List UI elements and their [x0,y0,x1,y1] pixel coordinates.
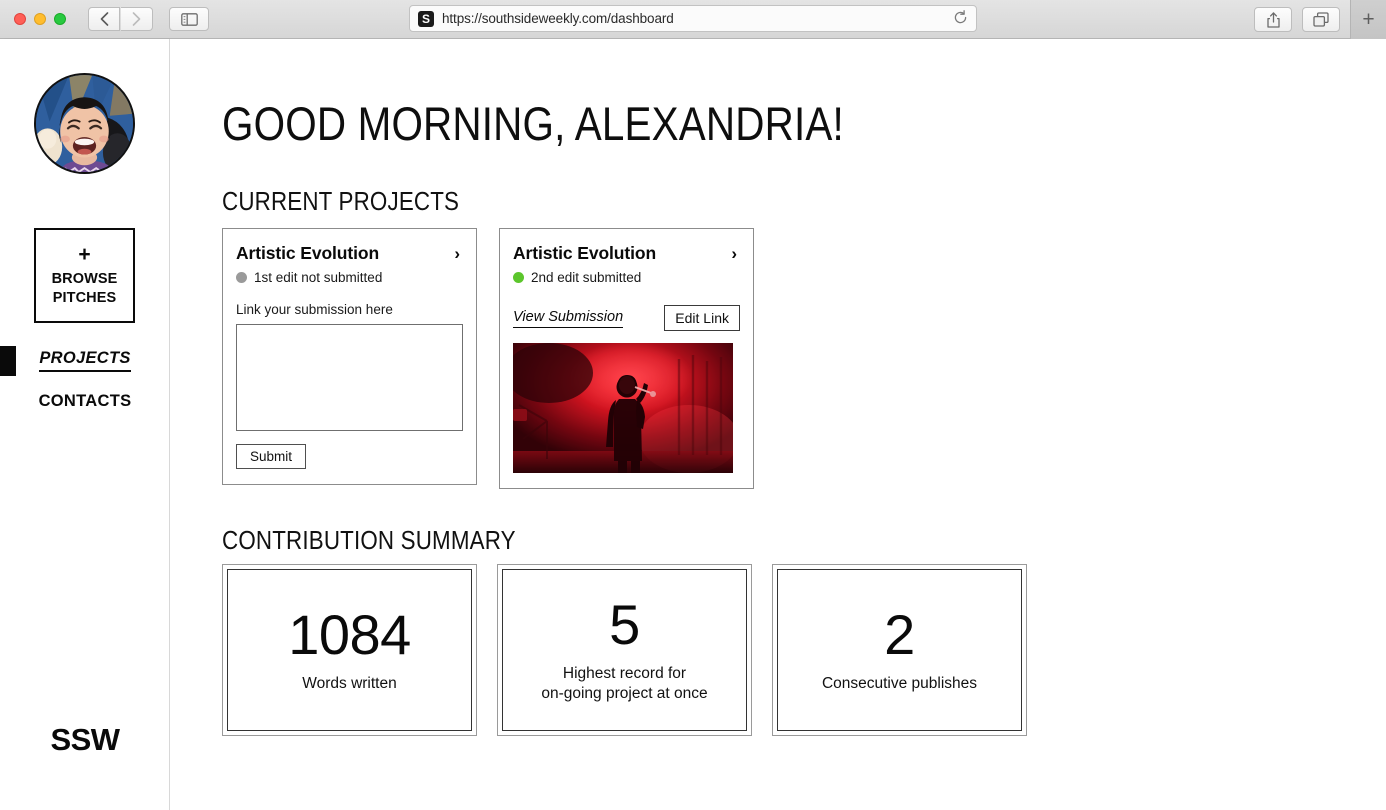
project-cards-list: Artistic Evolution › 1st edit not submit… [222,228,754,489]
site-badge-icon: S [418,10,434,27]
main-content: GOOD MORNING, ALEXANDRIA! CURRENT PROJEC… [170,39,1386,810]
browse-pitches-label-line1: BROWSE [51,271,118,288]
sidebar-item-contacts-label: CONTACTS [38,392,132,410]
forward-button[interactable] [121,7,153,31]
stat-value: 5 [609,593,640,657]
chevron-right-icon[interactable]: › [731,245,740,262]
page-content: + BROWSE PITCHES PROJECTS CONTACTS SSW G… [0,39,1386,810]
url-text: https://southsideweekly.com/dashboard [442,11,674,26]
share-icon [1266,11,1280,28]
submission-thumbnail[interactable] [513,343,733,473]
minimize-window-button[interactable] [34,13,46,25]
maximize-window-button[interactable] [54,13,66,25]
new-tab-button[interactable]: + [1350,0,1386,39]
submission-link-input[interactable] [236,324,463,431]
page-title: GOOD MORNING, ALEXANDRIA! [222,97,844,150]
reload-icon[interactable] [953,9,968,28]
status-label: 2nd edit submitted [531,270,642,285]
ssw-logo[interactable]: SSW [0,722,170,758]
address-bar[interactable]: S https://southsideweekly.com/dashboard [409,5,977,32]
plus-icon: + [78,243,91,267]
stat-box: 1084 Words written [222,564,477,736]
section-heading-current-projects: CURRENT PROJECTS [222,186,460,216]
section-heading-contribution-summary: CONTRIBUTION SUMMARY [222,525,516,555]
avatar[interactable] [34,73,135,174]
stat-boxes-list: 1084 Words written 5 Highest record for … [222,564,1027,736]
project-card-title: Artistic Evolution [236,243,380,263]
sidebar-item-projects-label: PROJECTS [39,349,131,372]
avatar-photo [36,75,133,172]
sidebar-toggle-icon [180,12,198,26]
submit-button[interactable]: Submit [236,444,307,469]
browse-pitches-button[interactable]: + BROWSE PITCHES [34,228,135,323]
project-card-header: Artistic Evolution › [513,243,740,264]
browse-pitches-label-line2: PITCHES [52,289,117,306]
sidebar-toggle-button[interactable] [169,7,209,31]
stat-value: 2 [884,603,915,667]
submission-field-label: Link your submission here [236,302,393,317]
sidebar-item-projects[interactable]: PROJECTS [0,349,170,372]
project-card-status: 1st edit not submitted [236,270,463,285]
submission-actions: View Submission Edit Link [513,305,740,331]
stat-value: 1084 [288,603,411,667]
browser-toolbar: S https://southsideweekly.com/dashboard … [0,0,1386,39]
stat-box: 5 Highest record for on-going project at… [497,564,752,736]
status-label: 1st edit not submitted [254,270,383,285]
stat-label: Words written [302,674,397,692]
project-card-title: Artistic Evolution [513,243,657,263]
project-card[interactable]: Artistic Evolution › 1st edit not submit… [222,228,477,485]
project-card-header: Artistic Evolution › [236,243,463,264]
close-window-button[interactable] [14,13,26,25]
project-card-status: 2nd edit submitted [513,270,740,285]
stat-label: Highest record for on-going project at o… [541,665,708,702]
project-card[interactable]: Artistic Evolution › 2nd edit submitted … [499,228,754,489]
back-button[interactable] [88,7,120,31]
edit-link-button[interactable]: Edit Link [664,305,740,331]
status-dot-submitted [513,272,524,283]
stat-box: 2 Consecutive publishes [772,564,1027,736]
share-button[interactable] [1254,7,1292,32]
stat-label: Consecutive publishes [821,674,978,692]
status-dot-pending [236,272,247,283]
navigation-buttons [88,7,153,31]
toolbar-right-group: + [1254,0,1386,39]
chevron-right-icon[interactable]: › [454,245,463,262]
view-submission-link[interactable]: View Submission [513,309,624,328]
concert-photo [513,343,733,473]
sidebar-item-contacts[interactable]: CONTACTS [0,392,170,411]
tabs-overview-icon [1313,12,1329,27]
chevron-left-icon [100,12,108,26]
chevron-right-icon [132,12,141,26]
window-traffic-lights [14,13,66,25]
show-tabs-button[interactable] [1302,7,1340,32]
app-sidebar: + BROWSE PITCHES PROJECTS CONTACTS SSW [0,39,170,810]
